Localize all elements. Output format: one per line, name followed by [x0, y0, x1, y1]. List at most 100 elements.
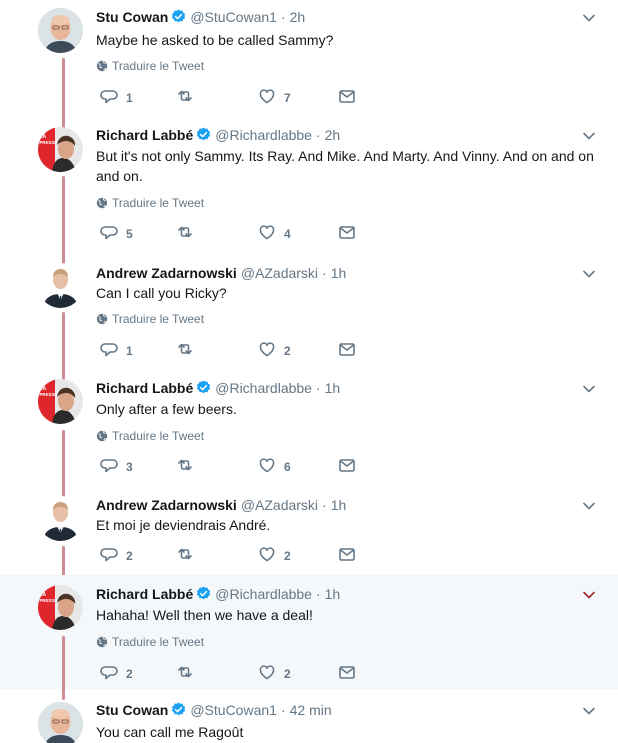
- tweet-timestamp[interactable]: 1h: [325, 380, 341, 396]
- replie-count: 3: [126, 460, 133, 474]
- reply-icon: [100, 545, 118, 568]
- envelope-icon: [338, 340, 356, 363]
- tweet-header: Stu Cowan @StuCowan1 · 42 min: [96, 701, 332, 719]
- suit-man-avatar-icon: [38, 263, 83, 308]
- reply-button[interactable]: 1: [100, 89, 133, 107]
- author-name[interactable]: Richard Labbé: [96, 127, 193, 143]
- svg-text:PRESSE: PRESSE: [40, 598, 58, 603]
- avatar[interactable]: LAPRESSELA PRESSE: [38, 585, 83, 630]
- tweet-timestamp[interactable]: 2h: [290, 9, 306, 25]
- tweet-timestamp[interactable]: 42 min: [290, 702, 332, 718]
- retweet-button[interactable]: [176, 547, 194, 565]
- translate-label[interactable]: Traduire le Tweet: [112, 312, 204, 326]
- direct-message-button[interactable]: [338, 547, 356, 565]
- verified-badge-icon: [171, 702, 186, 717]
- direct-message-button[interactable]: [338, 458, 356, 476]
- reply-button[interactable]: 5: [100, 225, 133, 243]
- translate-tweet-link[interactable]: Traduire le Tweet: [96, 312, 204, 326]
- avatar[interactable]: LAPRESSELA PRESSE: [38, 379, 83, 424]
- avatar[interactable]: LAPRESSELA PRESSE: [38, 127, 83, 172]
- author-name[interactable]: Andrew Zadarnowski: [96, 265, 237, 281]
- retweet-button[interactable]: [176, 225, 194, 243]
- like-button[interactable]: 4: [258, 223, 291, 246]
- retweet-icon: [176, 545, 194, 568]
- chevron-down-icon[interactable]: [582, 704, 596, 718]
- tweet-timestamp[interactable]: 1h: [331, 497, 347, 513]
- avatar[interactable]: [38, 702, 83, 743]
- tweet-header: Stu Cowan @StuCowan1 · 2h: [96, 8, 305, 26]
- author-handle[interactable]: @AZadarski: [241, 265, 318, 281]
- author-name[interactable]: Richard Labbé: [96, 586, 193, 602]
- like-button[interactable]: 2: [258, 546, 291, 565]
- replie-count: 1: [126, 91, 133, 105]
- reply-button[interactable]: 1: [100, 342, 133, 360]
- author-name[interactable]: Stu Cowan: [96, 9, 168, 25]
- like-button[interactable]: 7: [258, 88, 291, 107]
- retweet-button[interactable]: [176, 665, 194, 683]
- author-handle[interactable]: @StuCowan1: [190, 9, 277, 25]
- author-name[interactable]: Stu Cowan: [96, 702, 168, 718]
- heart-icon: [258, 223, 276, 246]
- reply-button[interactable]: 2: [100, 547, 133, 565]
- tweet-header: Richard Labbé @Richardlabbe · 2h: [96, 126, 340, 144]
- author-name[interactable]: Richard Labbé: [96, 380, 193, 396]
- author-name[interactable]: Andrew Zadarnowski: [96, 497, 237, 513]
- globe-icon: [96, 429, 112, 443]
- globe-icon: [96, 312, 112, 326]
- author-handle[interactable]: @Richardlabbe: [215, 380, 312, 396]
- chevron-down-icon[interactable]: [582, 499, 596, 513]
- like-button[interactable]: 2: [258, 341, 291, 360]
- translate-tweet-link[interactable]: Traduire le Tweet: [96, 196, 204, 210]
- tweet-timestamp[interactable]: 2h: [325, 127, 341, 143]
- tweet-actions: 22: [96, 664, 396, 683]
- avatar[interactable]: [38, 496, 83, 541]
- retweet-button[interactable]: [176, 458, 194, 476]
- la-presse-avatar-icon: LA PRESSE: [38, 127, 83, 172]
- globe-icon: [96, 635, 112, 649]
- chevron-down-icon[interactable]: [582, 382, 596, 396]
- translate-label[interactable]: Traduire le Tweet: [112, 196, 204, 210]
- like-count: 6: [284, 460, 291, 474]
- verified-badge-icon: [196, 127, 211, 142]
- reply-icon: [100, 223, 118, 246]
- tweet-timestamp[interactable]: 1h: [325, 586, 341, 602]
- reply-icon: [100, 340, 118, 363]
- translate-label[interactable]: Traduire le Tweet: [112, 635, 204, 649]
- reply-icon: [100, 87, 118, 110]
- direct-message-button[interactable]: [338, 89, 356, 107]
- author-handle[interactable]: @Richardlabbe: [215, 127, 312, 143]
- reply-button[interactable]: 2: [100, 665, 133, 683]
- tweet-timestamp[interactable]: 1h: [331, 265, 347, 281]
- replie-count: 2: [126, 667, 133, 681]
- avatar[interactable]: [38, 263, 83, 308]
- like-button[interactable]: 6: [258, 457, 291, 476]
- author-handle[interactable]: @AZadarski: [241, 497, 318, 513]
- tweet-actions: 36: [96, 457, 396, 476]
- svg-text:PRESSE: PRESSE: [40, 392, 58, 397]
- reply-button[interactable]: 3: [100, 458, 133, 476]
- reply-icon: [100, 663, 118, 686]
- translate-label[interactable]: Traduire le Tweet: [112, 59, 204, 73]
- retweet-button[interactable]: [176, 342, 194, 360]
- translate-tweet-link[interactable]: Traduire le Tweet: [96, 59, 204, 73]
- chevron-down-icon[interactable]: [582, 588, 596, 602]
- direct-message-button[interactable]: [338, 665, 356, 683]
- author-handle[interactable]: @Richardlabbe: [215, 586, 312, 602]
- direct-message-button[interactable]: [338, 225, 356, 243]
- like-count: 2: [284, 549, 291, 563]
- translate-tweet-link[interactable]: Traduire le Tweet: [96, 429, 204, 443]
- envelope-icon: [338, 456, 356, 479]
- chevron-down-icon[interactable]: [582, 11, 596, 25]
- chevron-down-icon[interactable]: [582, 129, 596, 143]
- chevron-down-icon[interactable]: [582, 267, 596, 281]
- tweet-actions: 22: [96, 546, 396, 565]
- retweet-button[interactable]: [176, 89, 194, 107]
- like-button[interactable]: 2: [258, 664, 291, 683]
- translate-label[interactable]: Traduire le Tweet: [112, 429, 204, 443]
- translate-tweet-link[interactable]: Traduire le Tweet: [96, 635, 204, 649]
- direct-message-button[interactable]: [338, 342, 356, 360]
- separator: ·: [315, 380, 321, 396]
- author-handle[interactable]: @StuCowan1: [190, 702, 277, 718]
- avatar[interactable]: [38, 8, 83, 53]
- like-count: 4: [284, 227, 291, 241]
